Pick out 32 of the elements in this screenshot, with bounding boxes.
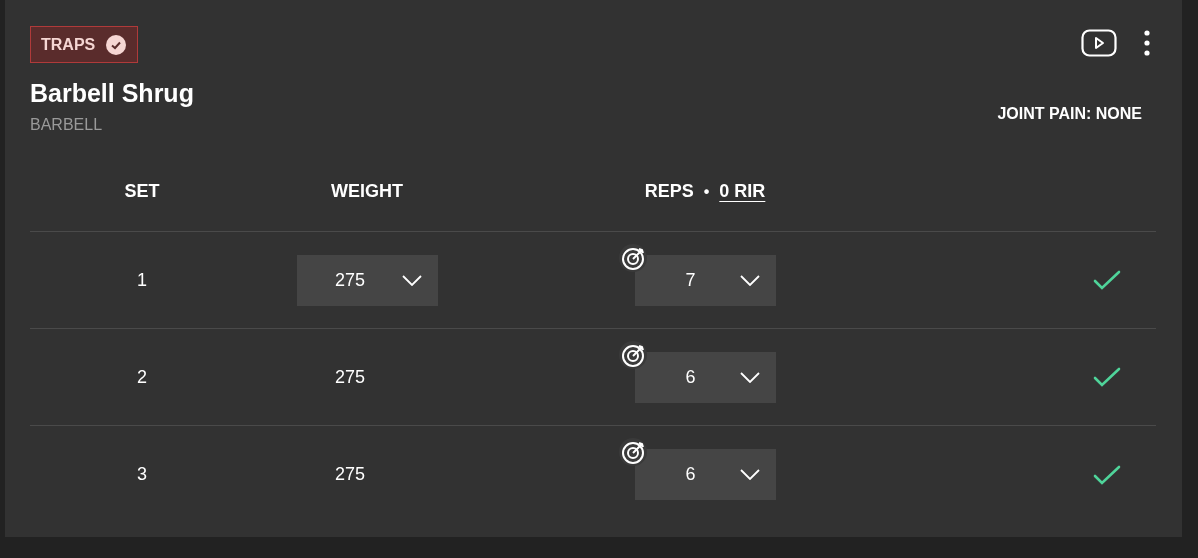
more-button[interactable] (1141, 28, 1153, 58)
reps-dropdown[interactable]: 7 (634, 254, 776, 306)
target-icon (617, 242, 648, 273)
video-button[interactable] (1081, 28, 1117, 58)
weight-value: 275 (335, 365, 366, 389)
equipment-label: BARBELL (30, 115, 104, 135)
set-number: 3 (137, 463, 147, 486)
column-header: SET (124, 180, 160, 203)
target-icon (617, 437, 648, 467)
weight-dropdown[interactable]: 275 (297, 254, 438, 306)
joint-pain-label: JOINT PAIN: NONE (997, 104, 1142, 124)
exercise-title: Barbell Shrug (30, 78, 194, 109)
column-header: WEIGHT (331, 180, 403, 203)
rir-link[interactable]: 0 RIR (719, 178, 766, 205)
check-icon[interactable] (1093, 463, 1121, 486)
chevron-down-icon (739, 371, 760, 383)
set-number: 2 (137, 365, 147, 389)
check-icon[interactable] (1093, 269, 1121, 291)
set-number: 1 (137, 268, 147, 292)
target-icon (617, 339, 648, 370)
chevron-down-icon (739, 469, 760, 480)
muscle-tag-label: TRAPS (41, 34, 96, 55)
weight-value: 275 (335, 463, 366, 486)
column-header: REPS (644, 180, 694, 203)
play-icon (1081, 29, 1117, 57)
chevron-down-icon (402, 274, 422, 286)
chevron-down-icon (739, 274, 760, 286)
reps-dropdown[interactable]: 6 (634, 449, 776, 500)
reps-dropdown[interactable]: 6 (634, 351, 776, 403)
separator-dot: • (703, 181, 710, 202)
more-icon (1144, 30, 1150, 56)
check-icon[interactable] (1093, 366, 1121, 388)
